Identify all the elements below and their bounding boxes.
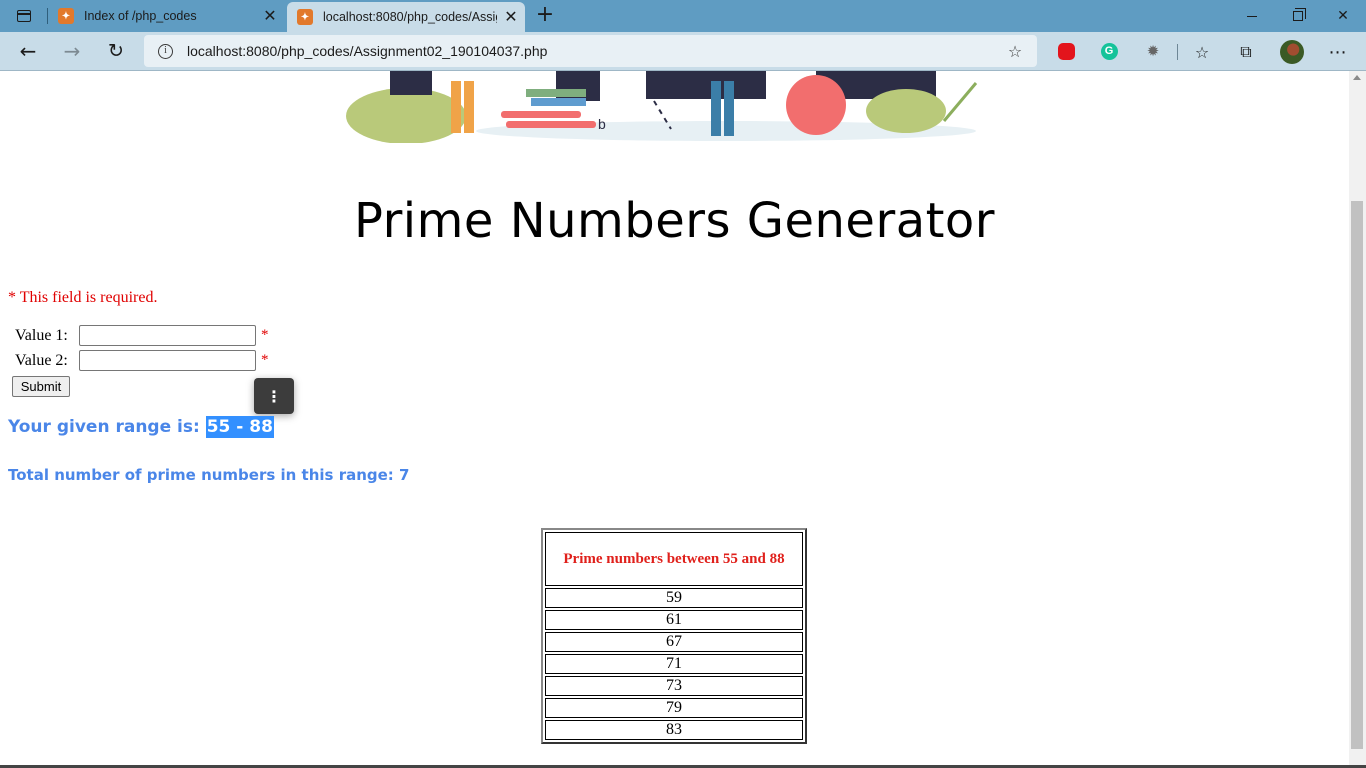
url-text[interactable]: localhost:8080/php_codes/Assignment02_19… xyxy=(187,43,1003,59)
required-mark: * xyxy=(261,352,269,368)
page-title: Prime Numbers Generator xyxy=(353,193,996,249)
given-range-text: Your given range is: 55 - 88 xyxy=(8,416,274,438)
value1-input[interactable] xyxy=(79,325,256,346)
value2-label: Value 2: xyxy=(15,351,68,369)
prime-value-cell: 67 xyxy=(545,632,803,652)
value2-input[interactable] xyxy=(79,350,256,371)
site-info-icon[interactable]: i xyxy=(158,43,173,59)
table-row: 79 xyxy=(545,698,803,718)
table-row: 83 xyxy=(545,720,803,740)
xampp-icon: ✦ xyxy=(297,9,313,25)
value1-label: Value 1: xyxy=(15,326,68,344)
tab-index-php-codes[interactable]: ✦ Index of /php_codes ✕ xyxy=(50,0,284,32)
back-arrow-icon[interactable]: ← xyxy=(12,36,44,66)
page-viewport: b Prime Numbers Generator * This field i… xyxy=(0,71,1349,768)
required-field-note: * This field is required. xyxy=(8,289,158,306)
profile-avatar[interactable] xyxy=(1277,37,1307,67)
given-range-value: 55 - 88 xyxy=(205,416,274,438)
table-row: 61 xyxy=(545,610,803,630)
scroll-up-arrow-icon[interactable] xyxy=(1353,75,1361,80)
tab-assignment02[interactable]: ✦ localhost:8080/php_codes/Assignment02_… xyxy=(287,2,525,32)
table-row: 73 xyxy=(545,676,803,696)
svg-text:b: b xyxy=(598,116,606,132)
tab-title: localhost:8080/php_codes/Assignment02_19… xyxy=(323,10,497,24)
mathematics-banner-image: b xyxy=(346,71,978,143)
prime-value-cell: 79 xyxy=(545,698,803,718)
add-favorite-icon[interactable]: ☆ xyxy=(1003,42,1027,61)
reload-icon[interactable]: ↻ xyxy=(100,36,132,66)
prime-value-cell: 71 xyxy=(545,654,803,674)
tab-actions-menu-icon[interactable] xyxy=(8,4,40,28)
scrollbar-thumb[interactable] xyxy=(1351,201,1363,749)
forward-arrow-icon[interactable]: → xyxy=(56,36,88,66)
given-range-prefix: Your given range is: xyxy=(8,417,206,437)
tab-divider xyxy=(47,8,48,24)
required-mark: * xyxy=(261,327,269,343)
browser-toolbar: ← → ↻ i localhost:8080/php_codes/Assignm… xyxy=(0,32,1366,71)
tab-title: Index of /php_codes xyxy=(84,9,197,23)
collections-icon[interactable]: ⧉ xyxy=(1231,37,1261,67)
new-tab-icon[interactable]: + xyxy=(533,4,557,28)
prime-value-cell: 73 xyxy=(545,676,803,696)
toolbar-divider xyxy=(1177,44,1178,60)
value2-row: Value 2: * xyxy=(15,350,269,371)
xampp-icon: ✦ xyxy=(58,8,74,24)
close-window-icon[interactable]: ✕ xyxy=(1320,0,1366,32)
page-scrollbar[interactable] xyxy=(1349,71,1366,768)
prime-value-cell: 59 xyxy=(545,588,803,608)
prime-count-text: Total number of prime numbers in this ra… xyxy=(8,466,410,484)
minimize-icon[interactable] xyxy=(1229,0,1275,32)
table-row: 67 xyxy=(545,632,803,652)
prime-value-cell: 83 xyxy=(545,720,803,740)
tab-strip: ✦ Index of /php_codes ✕ ✦ localhost:8080… xyxy=(0,0,1366,32)
favorites-icon[interactable]: ☆ xyxy=(1187,37,1217,67)
grammarly-extension-icon[interactable]: G xyxy=(1098,40,1120,62)
prime-numbers-table: Prime numbers between 55 and 88 59 61 67… xyxy=(541,528,807,744)
close-tab-icon[interactable]: ✕ xyxy=(497,7,525,27)
address-bar[interactable]: i localhost:8080/php_codes/Assignment02_… xyxy=(144,35,1037,67)
prime-value-cell: 61 xyxy=(545,610,803,630)
restore-icon[interactable] xyxy=(1275,0,1321,32)
prime-table-header: Prime numbers between 55 and 88 xyxy=(545,532,803,586)
adblock-extension-icon[interactable] xyxy=(1055,40,1077,62)
bug-extension-icon[interactable]: ✹ xyxy=(1142,40,1164,62)
more-options-icon[interactable]: ⋯ xyxy=(1323,37,1353,67)
table-row: 71 xyxy=(545,654,803,674)
submit-button[interactable]: Submit xyxy=(12,376,70,397)
value1-row: Value 1: * xyxy=(15,325,269,346)
close-tab-icon[interactable]: ✕ xyxy=(256,6,284,26)
selection-menu-icon[interactable]: ⋮ xyxy=(254,378,294,414)
table-row: 59 xyxy=(545,588,803,608)
